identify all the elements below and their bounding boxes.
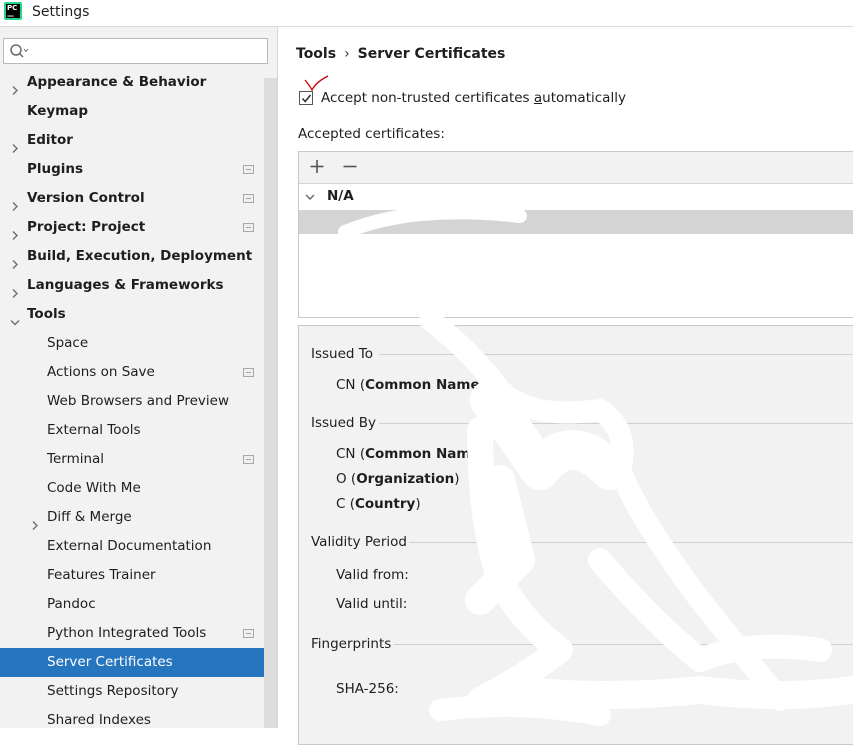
issued-by-country: C (Country) (336, 496, 421, 512)
sidebar-item-plugins[interactable]: Plugins (0, 155, 264, 184)
title-bar: PC — Settings (0, 0, 853, 27)
sidebar-item-external-tools[interactable]: External Tools (0, 416, 264, 445)
plus-icon (310, 160, 324, 173)
sidebar-item-label: Build, Execution, Deployment (27, 248, 253, 264)
sidebar-item-label: Diff & Merge (47, 509, 132, 525)
project-level-icon (243, 194, 254, 203)
issued-to-title: Issued To (311, 346, 373, 362)
sidebar-item-features-trainer[interactable]: Features Trainer (0, 561, 264, 590)
breadcrumb: Tools › Server Certificates (296, 46, 505, 62)
search-input[interactable] (30, 41, 264, 63)
valid-until-label: Valid until: (336, 596, 408, 612)
valid-from-label: Valid from: (336, 567, 409, 583)
search-icon (10, 44, 29, 58)
sidebar-item-label: External Documentation (47, 538, 212, 554)
add-certificate-button[interactable] (305, 155, 329, 179)
sidebar-item-label: Shared Indexes (47, 712, 151, 728)
fingerprints-divider (394, 644, 853, 645)
accept-non-trusted-label[interactable]: Accept non-trusted certificates automati… (321, 90, 626, 106)
issued-to-divider (379, 354, 853, 355)
sidebar-item-languages-frameworks[interactable]: Languages & Frameworks (0, 271, 264, 300)
sidebar-item-label: Actions on Save (47, 364, 155, 380)
sidebar-item-label: External Tools (47, 422, 141, 438)
sidebar-item-editor[interactable]: Editor (0, 126, 264, 155)
sidebar-item-label: Server Certificates (47, 654, 173, 670)
sidebar-item-label: Python Integrated Tools (47, 625, 207, 641)
sidebar-item-label: Version Control (27, 190, 145, 206)
breadcrumb-parent[interactable]: Tools (296, 46, 336, 62)
accepted-certificates-label: Accepted certificates: (298, 126, 445, 142)
sidebar-item-settings-repository[interactable]: Settings Repository (0, 677, 264, 706)
certificates-toolbar (299, 152, 853, 184)
sidebar-item-label: Web Browsers and Preview (47, 393, 229, 409)
sidebar-item-label: Features Trainer (47, 567, 156, 583)
minus-icon (343, 165, 357, 168)
fingerprints-title: Fingerprints (311, 636, 392, 652)
sidebar-item-build-execution-deployment[interactable]: Build, Execution, Deployment (0, 242, 264, 271)
sidebar-item-label: Plugins (27, 161, 84, 177)
sidebar-item-terminal[interactable]: Terminal (0, 445, 264, 474)
sidebar-item-label: Tools (27, 306, 66, 322)
issued-by-organization: O (Organization) (336, 471, 460, 487)
certificate-details: Issued To CN (Common Name) Issued By CN … (298, 325, 853, 745)
sidebar-item-appearance-behavior[interactable]: Appearance & Behavior (0, 68, 264, 97)
sidebar-item-space[interactable]: Space (0, 329, 264, 358)
sidebar-item-keymap[interactable]: Keymap (0, 97, 264, 126)
sidebar-item-code-with-me[interactable]: Code With Me (0, 474, 264, 503)
remove-certificate-button[interactable] (338, 155, 362, 179)
server-certificates-panel: Tools › Server Certificates Accept non-tru… (278, 27, 853, 745)
sidebar-item-diff-merge[interactable]: Diff & Merge (0, 503, 264, 532)
sidebar-item-label: Code With Me (47, 480, 141, 496)
project-level-icon (243, 223, 254, 232)
sidebar-item-external-documentation[interactable]: External Documentation (0, 532, 264, 561)
sidebar-item-project-project[interactable]: Project: Project (0, 213, 264, 242)
annotation-checkmark-icon (304, 75, 329, 92)
project-level-icon (243, 455, 254, 464)
sidebar-item-label: Appearance & Behavior (27, 74, 207, 90)
breadcrumb-separator: › (344, 46, 350, 62)
settings-sidebar: Appearance & Behavior Keymap Editor Plugins… (0, 27, 278, 728)
issued-to-cn: CN (Common Name) (336, 377, 485, 393)
project-level-icon (243, 629, 254, 638)
sidebar-item-server-certificates[interactable]: Server Certificates (0, 648, 277, 677)
sidebar-item-label: Project: Project (27, 219, 146, 235)
project-level-icon (243, 165, 254, 174)
sidebar-item-python-integrated-tools[interactable]: Python Integrated Tools (0, 619, 264, 648)
validity-period-title: Validity Period (311, 534, 407, 550)
sidebar-item-label: Terminal (47, 451, 105, 467)
sidebar-item-label: Space (47, 335, 89, 351)
accepted-certificates-list: N/A (298, 151, 853, 318)
certificate-group-label: N/A (327, 188, 354, 204)
breadcrumb-current: Server Certificates (357, 46, 506, 62)
sidebar-item-web-browsers-and-preview[interactable]: Web Browsers and Preview (0, 387, 264, 416)
sidebar-item-version-control[interactable]: Version Control (0, 184, 264, 213)
issued-by-cn: CN (Common Name) (336, 446, 485, 462)
sidebar-item-shared-indexes[interactable]: Shared Indexes (0, 706, 264, 735)
validity-divider (409, 542, 853, 543)
pycharm-logo-icon: PC — (4, 2, 22, 20)
sidebar-item-tools[interactable]: Tools (0, 300, 264, 329)
sidebar-scrollbar[interactable] (264, 78, 277, 728)
sidebar-item-pandoc[interactable]: Pandoc (0, 590, 264, 619)
sidebar-item-label: Settings Repository (47, 683, 179, 699)
chevron-down-icon (305, 194, 315, 200)
project-level-icon (243, 368, 254, 377)
certificate-group-row[interactable]: N/A (299, 184, 853, 210)
sidebar-item-label: Languages & Frameworks (27, 277, 224, 293)
certificate-row[interactable] (299, 210, 853, 234)
window-title: Settings (32, 4, 90, 20)
sidebar-item-label: Keymap (27, 103, 89, 119)
sidebar-item-label: Pandoc (47, 596, 96, 612)
issued-by-divider (379, 423, 853, 424)
sidebar-item-actions-on-save[interactable]: Actions on Save (0, 358, 264, 387)
issued-by-title: Issued By (311, 415, 377, 431)
search-field[interactable] (3, 38, 268, 64)
sha256-label: SHA-256: (336, 681, 399, 697)
sidebar-item-label: Editor (27, 132, 73, 148)
